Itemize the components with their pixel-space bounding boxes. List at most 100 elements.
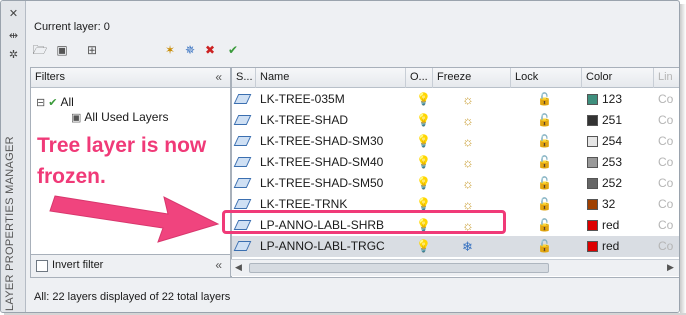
layer-status-cell[interactable]: [232, 173, 256, 194]
on-toggle[interactable]: 💡: [416, 89, 433, 110]
layer-name[interactable]: LK-TREE-SHAD-SM50: [260, 173, 406, 194]
invert-filter-checkbox[interactable]: [36, 260, 48, 272]
layer-row[interactable]: LK-TREE-SHAD 💡 ☼ 🔓 251 Co: [232, 110, 679, 131]
invert-filter-label: Invert filter: [52, 259, 104, 271]
layer-name[interactable]: LP-ANNO-LABL-TRGC: [260, 236, 406, 257]
settings-icon[interactable]: ✲: [7, 49, 20, 62]
column-on[interactable]: O...: [406, 68, 433, 88]
tree-collapse-icon[interactable]: ⊟: [36, 96, 45, 109]
linetype-cell[interactable]: Co: [658, 173, 679, 194]
new-property-filter-icon[interactable]: 🗁: [31, 41, 49, 59]
layer-row[interactable]: LK-TREE-035M 💡 ☼ 🔓 123 Co: [232, 89, 679, 110]
lock-toggle[interactable]: 🔓: [537, 89, 557, 110]
layer-states-manager-icon[interactable]: ⊞: [83, 41, 101, 59]
horizontal-scrollbar[interactable]: ◀ ▶: [231, 259, 679, 276]
linetype-cell[interactable]: Co: [658, 194, 679, 215]
drop-shadow-right: [680, 4, 686, 315]
linetype-cell[interactable]: Co: [658, 89, 679, 110]
on-toggle[interactable]: 💡: [416, 131, 433, 152]
lock-toggle[interactable]: 🔓: [537, 236, 557, 257]
color-cell[interactable]: 32: [582, 194, 654, 215]
close-icon[interactable]: ✕: [7, 8, 20, 21]
layer-row[interactable]: LK-TREE-SHAD-SM30 💡 ☼ 🔓 254 Co: [232, 131, 679, 152]
color-name: 252: [602, 176, 623, 190]
collapse-filters-icon[interactable]: «: [215, 68, 222, 87]
linetype-cell[interactable]: Co: [658, 110, 679, 131]
linetype-cell[interactable]: Co: [658, 215, 679, 236]
set-current-icon[interactable]: ✔: [224, 41, 242, 59]
column-name[interactable]: Name: [256, 68, 406, 88]
column-lock[interactable]: Lock: [511, 68, 582, 88]
layer-status-cell[interactable]: [232, 131, 256, 152]
on-toggle[interactable]: 💡: [416, 152, 433, 173]
lightbulb-icon: 💡: [416, 113, 431, 127]
linetype-cell[interactable]: Co: [658, 236, 679, 257]
color-swatch: [587, 157, 598, 168]
layer-status-cell[interactable]: [232, 236, 256, 257]
delete-layer-icon[interactable]: ✖: [201, 41, 219, 59]
filter-tree-item-used[interactable]: ▣ All Used Layers: [71, 110, 168, 124]
layer-name[interactable]: LK-TREE-SHAD: [260, 110, 406, 131]
grid-header: S... Name O... Freeze Lock Color Lin: [232, 68, 679, 88]
freeze-toggle[interactable]: ☼: [462, 173, 482, 194]
layer-status-cell[interactable]: [232, 110, 256, 131]
lock-toggle[interactable]: 🔓: [537, 152, 557, 173]
column-linetype[interactable]: Lin: [654, 68, 679, 88]
callout-line-2: frozen.: [37, 165, 106, 188]
sun-icon: ☼: [462, 113, 474, 128]
layer-status-icon: [233, 178, 252, 188]
scroll-right-icon[interactable]: ▶: [667, 262, 674, 273]
filters-header: Filters «: [31, 68, 230, 88]
layer-row[interactable]: LK-TREE-SHAD-SM50 💡 ☼ 🔓 252 Co: [232, 173, 679, 194]
freeze-toggle[interactable]: ☼: [462, 89, 482, 110]
new-layer-icon[interactable]: ✶: [161, 41, 179, 59]
freeze-toggle[interactable]: ❄: [462, 236, 482, 257]
layer-status-icon: [233, 115, 252, 125]
layer-name[interactable]: LK-TREE-SHAD-SM40: [260, 152, 406, 173]
unlock-icon: 🔓: [537, 92, 552, 106]
layer-status-cell[interactable]: [232, 89, 256, 110]
layer-name[interactable]: LK-TREE-SHAD-SM30: [260, 131, 406, 152]
collapse-invert-icon[interactable]: «: [215, 258, 222, 272]
on-toggle[interactable]: 💡: [416, 110, 433, 131]
color-cell[interactable]: red: [582, 236, 654, 257]
lightbulb-icon: 💡: [416, 176, 431, 190]
lock-toggle[interactable]: 🔓: [537, 131, 557, 152]
current-layer-label: Current layer: 0: [34, 21, 110, 33]
color-cell[interactable]: 252: [582, 173, 654, 194]
layer-status-cell[interactable]: [232, 152, 256, 173]
palette-title: LAYER PROPERTIES MANAGER: [4, 136, 16, 311]
layer-name[interactable]: LK-TREE-035M: [260, 89, 406, 110]
on-toggle[interactable]: 💡: [416, 236, 433, 257]
color-swatch: [587, 199, 598, 210]
column-color[interactable]: Color: [582, 68, 654, 88]
lock-toggle[interactable]: 🔓: [537, 173, 557, 194]
unlock-icon: 🔓: [537, 134, 552, 148]
freeze-toggle[interactable]: ☼: [462, 152, 482, 173]
layer-row[interactable]: LP-ANNO-LABL-TRGC 💡 ❄ 🔓 red Co: [232, 236, 679, 257]
color-cell[interactable]: 253: [582, 152, 654, 173]
scroll-left-icon[interactable]: ◀: [235, 262, 242, 273]
lock-toggle[interactable]: 🔓: [537, 110, 557, 131]
on-toggle[interactable]: 💡: [416, 173, 433, 194]
color-cell[interactable]: 254: [582, 131, 654, 152]
color-cell[interactable]: red: [582, 215, 654, 236]
color-swatch: [587, 241, 598, 252]
pin-icon[interactable]: ⇹: [7, 30, 20, 43]
color-cell[interactable]: 123: [582, 89, 654, 110]
linetype-cell[interactable]: Co: [658, 131, 679, 152]
filter-tree-label: All: [60, 95, 74, 109]
color-cell[interactable]: 251: [582, 110, 654, 131]
freeze-toggle[interactable]: ☼: [462, 131, 482, 152]
filter-tree-item-all[interactable]: ⊟ ✔ All: [36, 95, 74, 109]
freeze-toggle[interactable]: ☼: [462, 110, 482, 131]
linetype-cell[interactable]: Co: [658, 152, 679, 173]
lock-toggle[interactable]: 🔓: [537, 215, 557, 236]
column-freeze[interactable]: Freeze: [433, 68, 511, 88]
scroll-thumb[interactable]: [249, 263, 549, 273]
column-status[interactable]: S...: [232, 68, 256, 88]
layer-row[interactable]: LK-TREE-SHAD-SM40 💡 ☼ 🔓 253 Co: [232, 152, 679, 173]
new-group-filter-icon[interactable]: ▣: [53, 41, 71, 59]
lock-toggle[interactable]: 🔓: [537, 194, 557, 215]
new-layer-vp-frozen-icon[interactable]: ✵: [181, 41, 199, 59]
